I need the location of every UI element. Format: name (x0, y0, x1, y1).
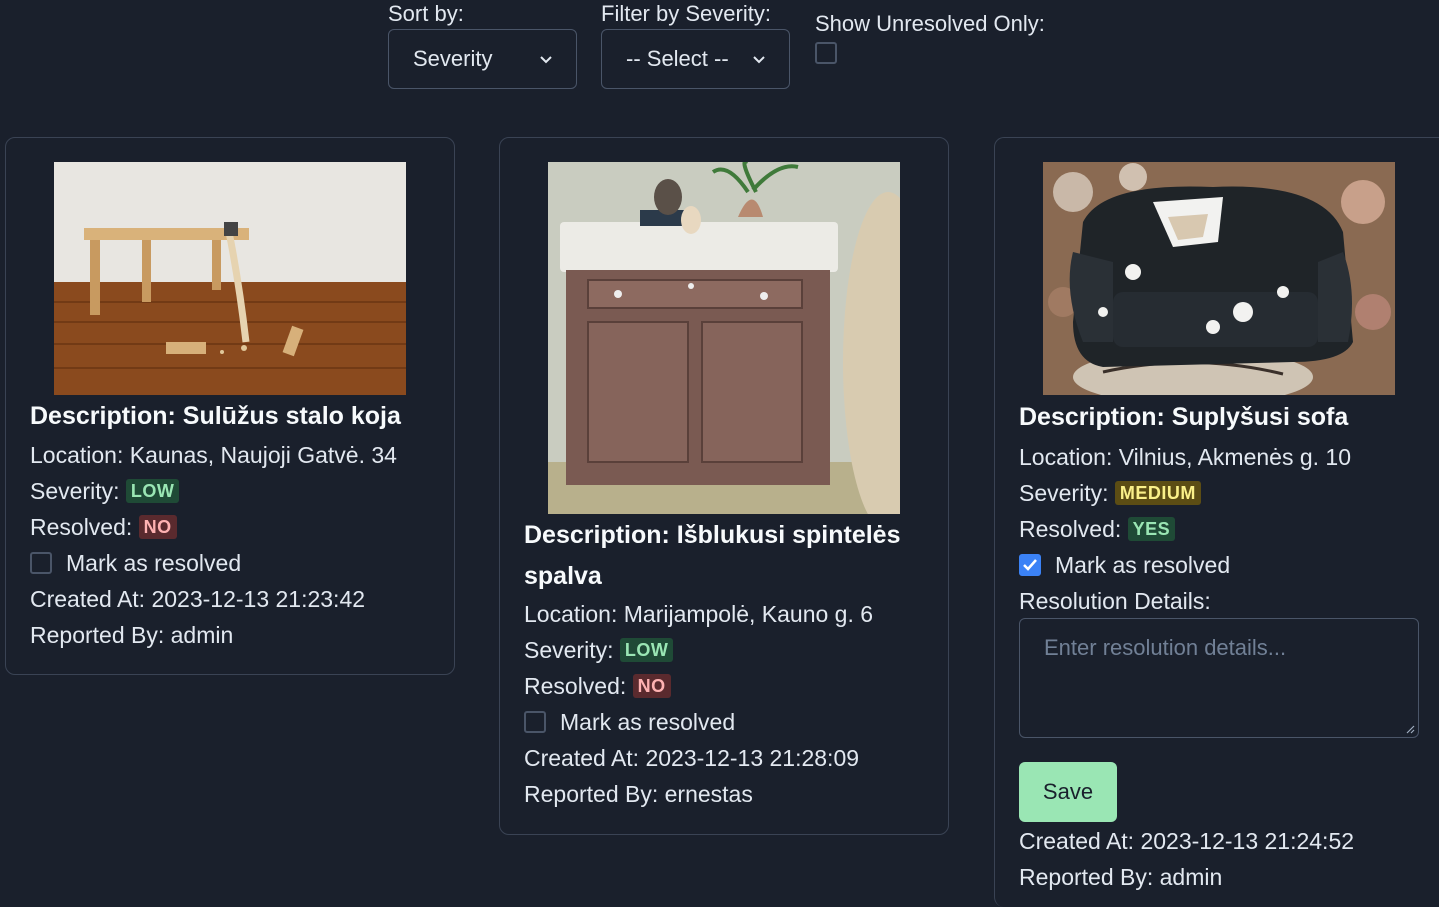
chevron-down-icon (540, 56, 552, 64)
issue-location: Location: Kaunas, Naujoji Gatvė. 34 (30, 442, 397, 468)
severity-label: Severity: (30, 478, 120, 504)
resolved-label: Resolved: (30, 514, 133, 540)
resolved-badge: YES (1127, 517, 1176, 541)
sort-label: Sort by: (388, 1, 464, 26)
issue-reporter: Reported By: admin (1019, 864, 1223, 890)
resolution-details-label: Resolution Details: (1019, 588, 1211, 614)
issue-location: Location: Marijampolė, Kauno g. 6 (524, 601, 874, 627)
issue-card: Description: Sulūžus stalo koja Location… (5, 137, 455, 675)
issue-resolved: Resolved: NO (30, 514, 177, 541)
mark-resolved-row[interactable]: Mark as resolved (1019, 552, 1230, 579)
issue-description: Description: Suplyšusi sofa (1019, 403, 1349, 431)
issue-photo-table (54, 162, 406, 395)
issue-location: Location: Vilnius, Akmenės g. 10 (1019, 444, 1352, 470)
resolved-label: Resolved: (1019, 516, 1122, 542)
mark-resolved-row[interactable]: Mark as resolved (30, 550, 241, 577)
issue-card: Description: Suplyšusi sofa Location: Vi… (994, 137, 1439, 907)
resolved-badge: NO (632, 674, 671, 698)
issue-description: Description: Išblukusi spintelės spalva (524, 521, 901, 590)
resolved-label: Resolved: (524, 673, 627, 699)
severity-label: Severity: (1019, 480, 1109, 506)
issue-reporter: Reported By: admin (30, 622, 234, 648)
issue-photo-sofa (1043, 162, 1395, 395)
issue-created-at: Created At: 2023-12-13 21:24:52 (1019, 828, 1355, 854)
checkmark-icon (1023, 559, 1037, 571)
chevron-down-icon (753, 56, 765, 64)
resolution-details-placeholder: Enter resolution details... (1044, 635, 1287, 660)
unresolved-checkbox[interactable] (815, 42, 837, 64)
issue-photo-cabinet (548, 162, 900, 514)
mark-resolved-checkbox[interactable] (30, 552, 52, 574)
issue-reporter: Reported By: ernestas (524, 781, 753, 807)
resolved-badge: NO (138, 515, 177, 539)
unresolved-control: Show Unresolved Only: (815, 10, 1045, 64)
severity-filter-control: Filter by Severity: (601, 0, 771, 28)
mark-resolved-label: Mark as resolved (560, 709, 736, 735)
severity-badge: MEDIUM (1114, 481, 1201, 505)
severity-badge: LOW (619, 638, 674, 662)
mark-resolved-row[interactable]: Mark as resolved (524, 709, 735, 736)
issue-severity: Severity: LOW (524, 637, 674, 664)
resolution-details-input[interactable]: Enter resolution details... (1019, 618, 1419, 738)
issue-description: Description: Sulūžus stalo koja (30, 402, 401, 430)
issue-severity: Severity: MEDIUM (1019, 480, 1201, 507)
issue-created-at: Created At: 2023-12-13 21:23:42 (30, 586, 366, 612)
mark-resolved-label: Mark as resolved (66, 550, 242, 576)
sort-select-value: Severity (413, 46, 493, 71)
severity-filter-select[interactable]: -- Select -- (601, 29, 790, 89)
severity-filter-label: Filter by Severity: (601, 1, 771, 26)
issue-resolved: Resolved: NO (524, 673, 671, 700)
sort-select[interactable]: Severity (388, 29, 577, 89)
mark-resolved-checkbox[interactable] (1019, 554, 1041, 576)
issue-card: Description: Išblukusi spintelės spalva … (499, 137, 949, 835)
save-button[interactable]: Save (1019, 762, 1117, 822)
issue-resolved: Resolved: YES (1019, 516, 1176, 543)
sort-control: Sort by: (388, 0, 578, 28)
severity-filter-value: -- Select -- (626, 46, 729, 71)
issue-severity: Severity: LOW (30, 478, 180, 505)
mark-resolved-label: Mark as resolved (1055, 552, 1231, 578)
mark-resolved-checkbox[interactable] (524, 711, 546, 733)
severity-badge: LOW (125, 479, 180, 503)
issue-created-at: Created At: 2023-12-13 21:28:09 (524, 745, 860, 771)
severity-label: Severity: (524, 637, 614, 663)
resize-grip-icon[interactable] (1405, 724, 1415, 734)
unresolved-label: Show Unresolved Only: (815, 11, 1045, 36)
